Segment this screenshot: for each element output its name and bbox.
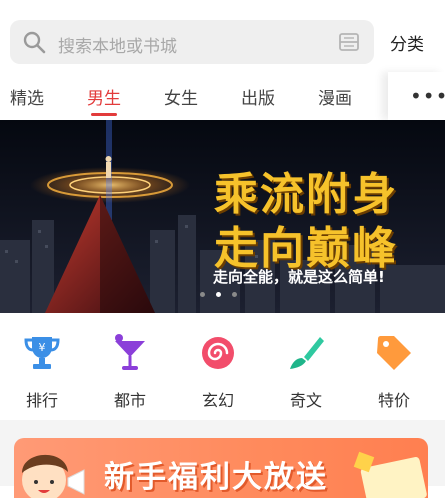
category-fantasy-label: 玄幻: [201, 391, 234, 410]
scan-icon[interactable]: [338, 31, 360, 53]
category-special-price[interactable]: 特价: [359, 333, 429, 411]
swirl-icon: [202, 337, 234, 369]
tab-female[interactable]: 女生: [164, 84, 198, 109]
category-ranking[interactable]: ¥ 排行: [7, 333, 77, 411]
newbie-promo-banner[interactable]: 新手福利大放送: [14, 438, 428, 498]
category-strange[interactable]: 奇文: [271, 333, 341, 411]
category-shortcuts: ¥ 排行 都市 玄幻 奇文 特价: [0, 313, 445, 420]
carousel-dot-active[interactable]: [216, 292, 221, 297]
carousel-dot[interactable]: [232, 292, 237, 297]
tab-male[interactable]: 男生: [87, 84, 121, 109]
price-tag-icon: [377, 336, 411, 370]
active-tab-indicator: [91, 113, 117, 116]
search-bar-row: 搜索本地或书城 分类: [0, 0, 445, 72]
search-input[interactable]: 搜索本地或书城: [10, 20, 374, 64]
channel-tabs: 精选 男生 女生 出版 漫画 •••: [0, 72, 445, 120]
promo-banner[interactable]: 乘流附身 走向巅峰 走向全能，就是这么简单!: [0, 120, 445, 313]
category-strange-label: 奇文: [289, 391, 322, 410]
category-fantasy[interactable]: 玄幻: [183, 333, 253, 411]
tab-featured[interactable]: 精选: [10, 84, 44, 109]
category-button[interactable]: 分类: [390, 30, 424, 55]
more-tabs-button[interactable]: •••: [388, 72, 445, 120]
category-urban-label: 都市: [113, 391, 146, 410]
brush-icon: [290, 337, 324, 369]
category-ranking-label: 排行: [25, 391, 58, 410]
tab-comics[interactable]: 漫画: [318, 84, 352, 109]
tab-publishing[interactable]: 出版: [241, 84, 275, 109]
category-urban[interactable]: 都市: [95, 333, 165, 411]
trophy-icon: ¥: [24, 337, 60, 369]
carousel-dot[interactable]: [200, 292, 205, 297]
search-icon: [23, 31, 46, 54]
gift-coupon-icon: [353, 451, 427, 498]
search-placeholder: 搜索本地或书城: [58, 37, 177, 57]
more-icon: •••: [410, 84, 445, 108]
cocktail-icon: [115, 334, 145, 370]
category-special-price-label: 特价: [377, 391, 410, 410]
banner-subtitle: 走向全能，就是这么简单!: [213, 268, 385, 286]
mascot-icon: [22, 454, 85, 498]
promo-title: 新手福利大放送: [104, 460, 328, 495]
svg-text:¥: ¥: [39, 341, 46, 354]
